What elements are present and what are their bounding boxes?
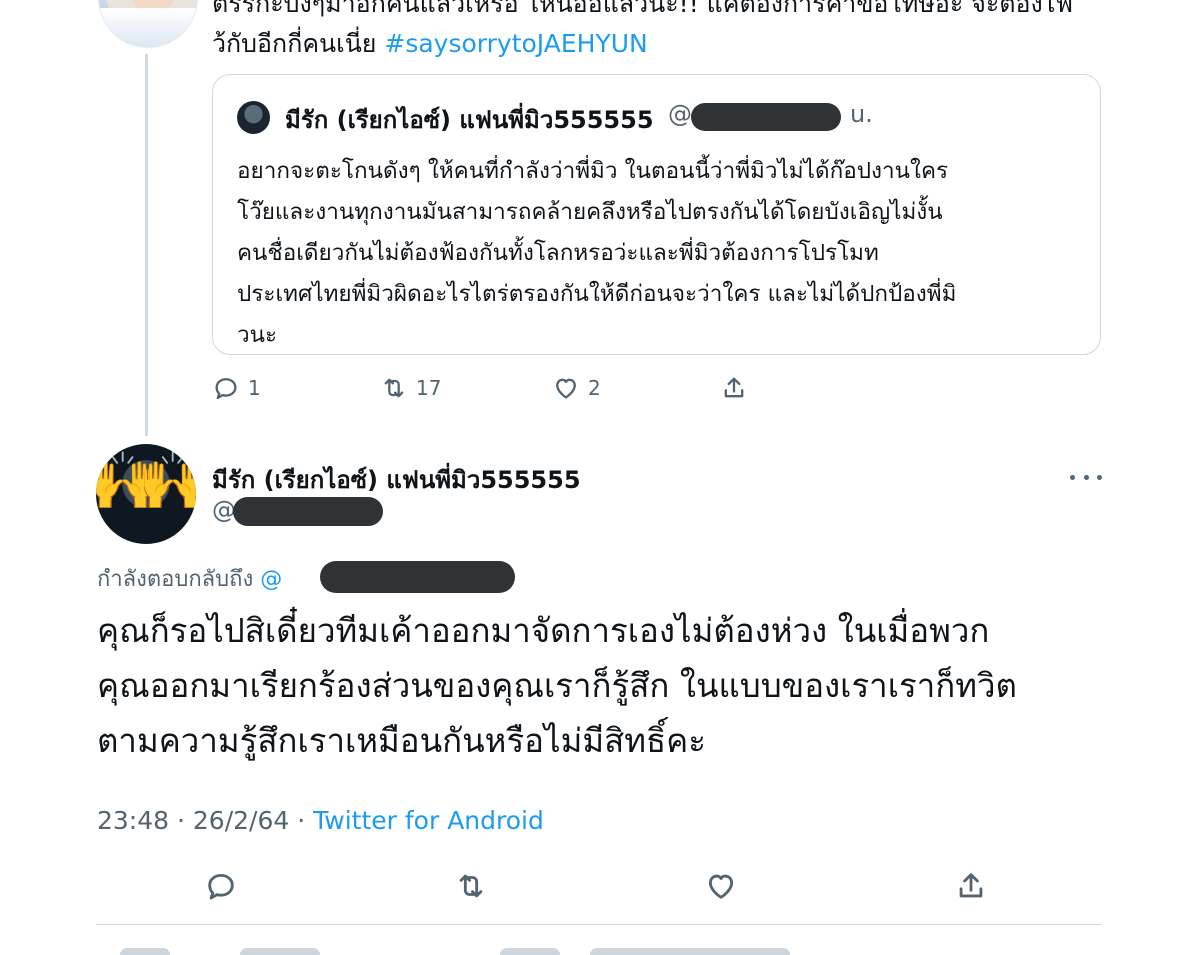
quoted-tweet-display-name: มีรัก (เรียกไอซ์) แฟนพี่มิว555555: [285, 106, 654, 134]
previous-tweet-action-bar: 1 17 2: [212, 368, 772, 408]
more-options-button[interactable]: [1070, 462, 1102, 492]
main-tweet-line: คุณก็รอไปสิเดี๋ยวทีมเค้าออกมาจัดการเองไม…: [97, 611, 990, 650]
reply-icon: [215, 378, 237, 400]
tweet-date[interactable]: 26/2/64: [193, 806, 289, 835]
main-tweet-line: ตามความรู้สึกเราเหมือนกันหรือไม่มีสิทธิ์…: [97, 721, 706, 760]
reply-icon: [208, 873, 234, 900]
meta-separator: ·: [177, 806, 185, 835]
retweet-count: 17: [416, 376, 442, 400]
meta-separator: ·: [297, 806, 306, 835]
replying-to-label: กำลังตอบกลับถึง @: [97, 567, 283, 592]
quoted-tweet-avatar: [237, 101, 270, 134]
reply-button[interactable]: [204, 866, 238, 906]
retweet-icon: [459, 874, 483, 898]
hashtag-link[interactable]: #saysorrytoJAEHYUN: [384, 29, 647, 58]
main-tweet-line: คุณออกมาเรียกร้องส่วนของคุณเราก็รู้สึก ใ…: [97, 666, 1017, 705]
main-tweet-text: คุณก็รอไปสิเดี๋ยวทีมเค้าออกมาจัดการเองไม…: [97, 603, 1117, 768]
tweet-divider: [96, 924, 1102, 925]
share-icon: [959, 873, 983, 898]
tweet-time[interactable]: 23:48: [97, 806, 169, 835]
previous-reply-button[interactable]: 1: [212, 368, 261, 408]
next-tweet-meta-edge: [500, 948, 560, 955]
quoted-tweet-line: คนชื่อเดียวกันไม่ต้องฟ้องกันทั้งโลกหรอว่…: [237, 240, 879, 266]
previous-tweet-line: ว้กับอีกกี่คนเนี่ย #saysorrytoJAEHYUN: [212, 29, 648, 58]
like-count: 2: [588, 376, 601, 400]
next-tweet-avatar-edge: [120, 948, 170, 955]
next-tweet-meta-edge: [590, 948, 790, 955]
share-button[interactable]: [954, 866, 988, 906]
retweet-button[interactable]: [454, 866, 488, 906]
next-tweet-name-edge: [240, 948, 320, 955]
previous-share-button[interactable]: [720, 368, 748, 408]
more-icon: [1070, 474, 1075, 480]
quoted-tweet-line: อยากจะตะโกนดังๆ ให้คนที่กำลังว่าพี่มิว ใ…: [237, 158, 949, 184]
replying-to-handle[interactable]: @: [260, 567, 282, 592]
retweet-icon: [384, 378, 404, 398]
next-tweet-peek: [120, 944, 920, 955]
quoted-tweet-line: โว๊ยและงานทุกงานมันสามารถคล้ายคลึงหรือไป…: [237, 199, 943, 225]
heart-icon: [556, 378, 576, 399]
share-icon: [724, 377, 744, 398]
redacted-handle-block: [233, 497, 383, 526]
heart-icon: [708, 874, 734, 899]
more-icon: [1097, 474, 1102, 480]
like-button[interactable]: [704, 866, 738, 906]
more-icon: [1083, 474, 1089, 480]
raised-hand-emoji: 🙌: [138, 449, 196, 514]
quoted-tweet-line: ประเทศไทยพี่มิวผิดอะไรไตร่ตรองกันให้ดีก่…: [237, 281, 957, 307]
previous-tweet-text: ตรรกะบังๆมาอีกคนแล้วเหรอ ไหนอีอีแล้วนะ!!…: [212, 0, 1112, 64]
main-tweet-display-name[interactable]: มีรัก (เรียกไอซ์) แฟนพี่มิว555555: [212, 460, 581, 499]
previous-tweet-line: ตรรกะบังๆมาอีกคนแล้วเหรอ ไหนอีอีแล้วนะ!!…: [212, 0, 1074, 18]
quoted-tweet-line: วนะ: [237, 322, 278, 348]
tweet-metadata: 23:48 · 26/2/64 · Twitter for Android: [97, 806, 544, 835]
reply-count: 1: [248, 376, 261, 400]
tweet-source-link[interactable]: Twitter for Android: [313, 806, 544, 835]
redacted-handle-block: [320, 561, 515, 593]
main-tweet-avatar[interactable]: 🙌 🙌: [96, 444, 196, 544]
main-tweet-action-bar: [200, 866, 1000, 910]
previous-tweet-avatar[interactable]: [98, 0, 198, 48]
redacted-handle-block: [691, 103, 841, 131]
previous-retweet-button[interactable]: 17: [380, 368, 441, 408]
thread-connector-line: [145, 54, 148, 436]
previous-like-button[interactable]: 2: [552, 368, 601, 408]
quoted-tweet-card[interactable]: มีรัก (เรียกไอซ์) แฟนพี่มิว555555 @ u. อย…: [212, 74, 1101, 355]
quoted-tweet-text: อยากจะตะโกนดังๆ ให้คนที่กำลังว่าพี่มิว ใ…: [237, 151, 1087, 356]
